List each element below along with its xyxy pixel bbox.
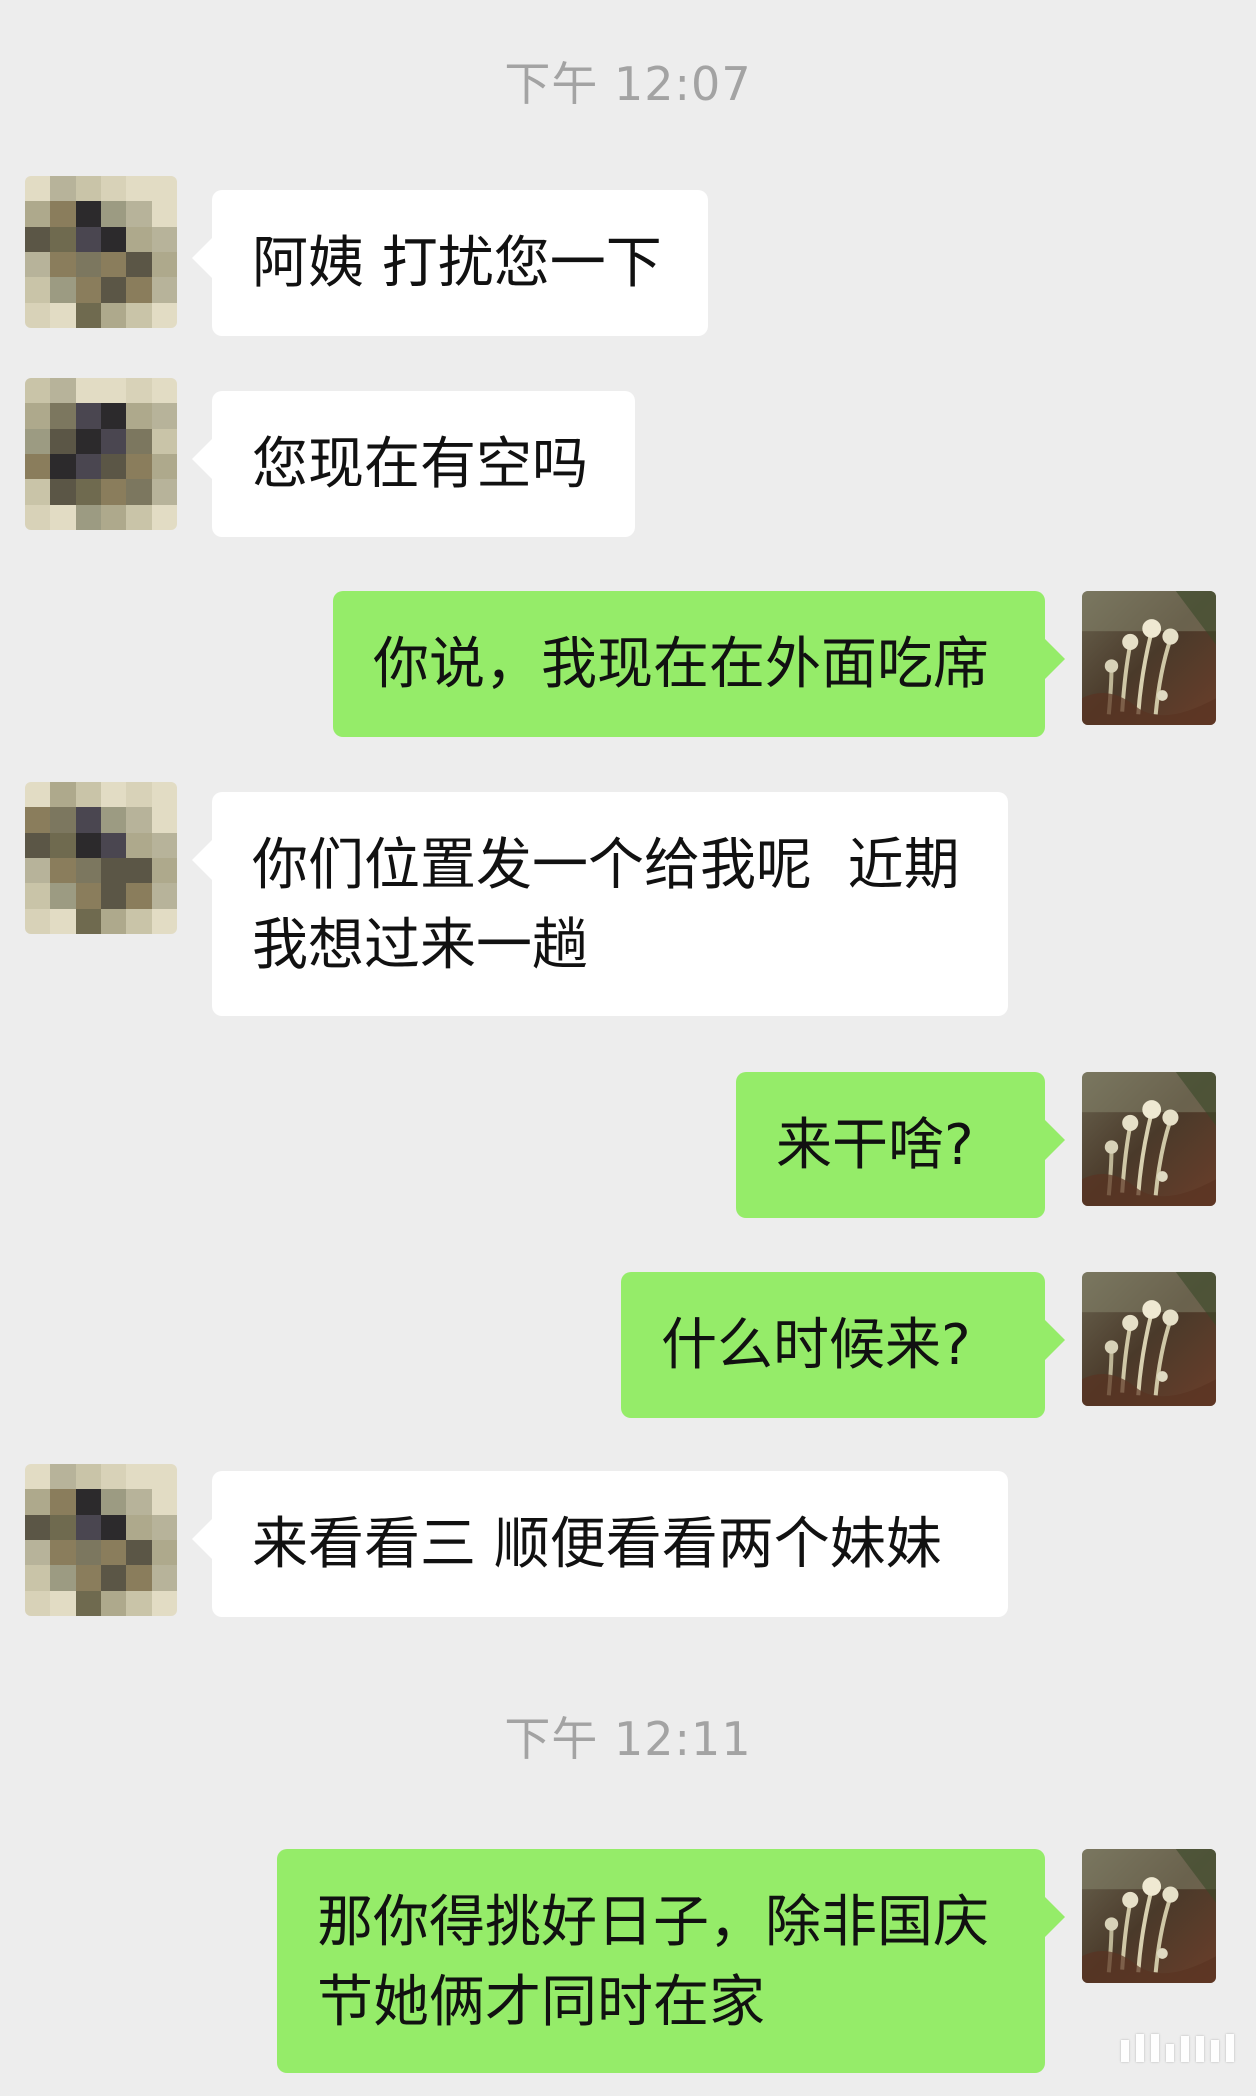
incoming-message-bubble[interactable]: 来看看三 顺便看看两个妹妹 bbox=[192, 1471, 1008, 1617]
self-avatar[interactable] bbox=[1082, 591, 1216, 725]
outgoing-message-bubble[interactable]: 你说，我现在在外面吃席 bbox=[333, 591, 1065, 737]
message-text: 那你得挑好日子，除非国庆 节她俩才同时在家 bbox=[317, 1890, 989, 2035]
watermark bbox=[1121, 2034, 1234, 2062]
self-avatar[interactable] bbox=[1082, 1849, 1216, 1983]
incoming-message-bubble[interactable]: 您现在有空吗 bbox=[192, 391, 635, 537]
message-text: 您现在有空吗 bbox=[252, 432, 588, 497]
outgoing-message-bubble[interactable]: 那你得挑好日子，除非国庆 节她俩才同时在家 bbox=[277, 1849, 1065, 2073]
outgoing-message-bubble[interactable]: 什么时候来? bbox=[621, 1272, 1065, 1418]
self-avatar[interactable] bbox=[1082, 1072, 1216, 1206]
incoming-message-bubble[interactable]: 阿姨 打扰您一下 bbox=[192, 190, 708, 336]
timestamp: 下午 12:11 bbox=[504, 1712, 752, 1766]
outgoing-message-bubble[interactable]: 来干啥? bbox=[736, 1072, 1065, 1218]
message-text: 你说，我现在在外面吃席 bbox=[373, 632, 989, 697]
self-avatar[interactable] bbox=[1082, 1272, 1216, 1406]
message-text: 来看看三 顺便看看两个妹妹 bbox=[252, 1512, 942, 1577]
message-text: 来干啥? bbox=[776, 1113, 974, 1178]
contact-avatar[interactable] bbox=[25, 378, 177, 530]
message-text: 阿姨 打扰您一下 bbox=[252, 231, 662, 296]
contact-avatar[interactable] bbox=[25, 1464, 177, 1616]
timestamp: 下午 12:07 bbox=[504, 57, 752, 111]
incoming-message-bubble[interactable]: 你们位置发一个给我呢 近期 我想过来一趟 bbox=[192, 792, 1008, 1016]
message-text: 你们位置发一个给我呢 近期 我想过来一趟 bbox=[252, 833, 960, 978]
contact-avatar[interactable] bbox=[25, 782, 177, 934]
contact-avatar[interactable] bbox=[25, 176, 177, 328]
message-text: 什么时候来? bbox=[661, 1313, 971, 1378]
